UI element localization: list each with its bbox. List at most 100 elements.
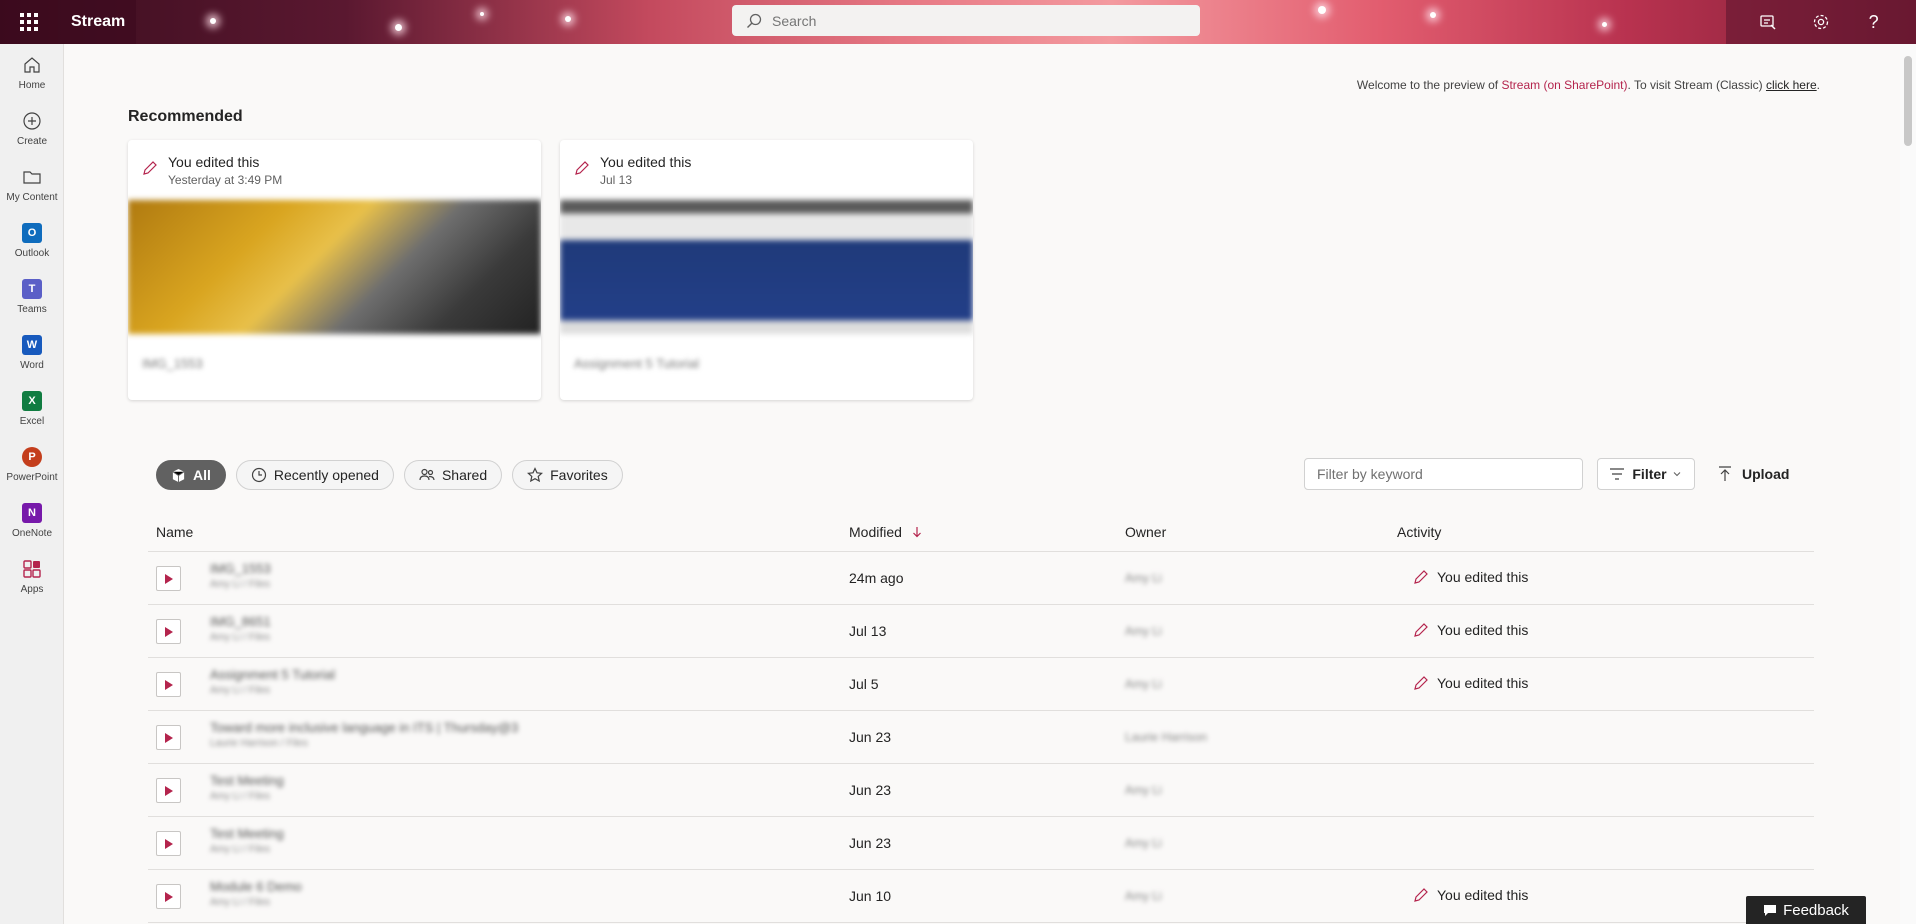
pencil-icon	[1414, 676, 1428, 690]
upload-arrow-icon	[1719, 466, 1731, 481]
card-file-name[interactable]: IMG_1553	[128, 334, 541, 393]
search-input[interactable]	[772, 12, 1172, 29]
settings-button[interactable]	[1807, 8, 1835, 36]
rail-item-excel[interactable]: X Excel	[0, 380, 64, 436]
onenote-icon: N	[22, 503, 42, 523]
file-name[interactable]: Test Meeting	[210, 773, 284, 788]
help-button[interactable]: ?	[1860, 8, 1888, 36]
app-launcher-button[interactable]	[0, 0, 58, 44]
welcome-text: . To visit Stream (Classic)	[1627, 78, 1766, 92]
rail-item-outlook[interactable]: O Outlook	[0, 212, 64, 268]
pill-label: All	[193, 467, 211, 483]
banner-sparkle	[1430, 12, 1436, 18]
filter-keyword-input[interactable]	[1304, 458, 1583, 490]
file-name[interactable]: Test Meeting	[210, 826, 284, 841]
video-thumbnail[interactable]	[560, 200, 973, 334]
app-title[interactable]: Stream	[58, 0, 136, 44]
modified-date: Jul 5	[849, 676, 879, 692]
pill-label: Recently opened	[273, 467, 379, 483]
gear-icon	[1813, 14, 1829, 30]
search-box[interactable]	[732, 5, 1200, 36]
file-name[interactable]: Module 6 Demo	[210, 879, 302, 894]
recommended-card[interactable]: You edited this Jul 13 Assignment 5 Tuto…	[560, 140, 973, 400]
rail-item-create[interactable]: Create	[0, 100, 64, 156]
video-file-icon	[156, 831, 181, 856]
file-location: Amy Li / Files	[210, 791, 271, 802]
pill-all[interactable]: All	[156, 460, 226, 490]
pencil-icon	[1414, 623, 1428, 637]
powerpoint-icon: P	[22, 447, 42, 467]
whats-new-button[interactable]	[1754, 8, 1782, 36]
search-icon	[747, 13, 762, 28]
file-name[interactable]: Assignment 5 Tutorial	[210, 667, 335, 682]
pill-recently-opened[interactable]: Recently opened	[235, 460, 394, 490]
filter-button[interactable]: Filter	[1597, 458, 1695, 490]
banner-sparkle	[480, 12, 484, 16]
video-file-icon	[156, 778, 181, 803]
card-activity: You edited this	[168, 154, 260, 170]
left-rail: Home Create My Content O Outlook T Teams…	[0, 44, 64, 924]
column-name[interactable]: Name	[156, 524, 193, 540]
file-name[interactable]: Toward more inclusive language in ITS | …	[210, 720, 518, 735]
column-owner[interactable]: Owner	[1125, 524, 1166, 540]
scrollbar-thumb[interactable]	[1904, 56, 1912, 146]
word-icon: W	[22, 335, 42, 355]
owner-name: Amy Li	[1125, 889, 1162, 903]
upload-button[interactable]: Upload	[1718, 458, 1789, 490]
megaphone-edit-icon	[1760, 15, 1776, 30]
owner-name: Laurie Harrison	[1125, 730, 1208, 744]
table-row[interactable]: IMG_8651 Amy Li / Files Jul 13 Amy Li Yo…	[148, 605, 1814, 658]
card-file-name[interactable]: Assignment 5 Tutorial	[560, 334, 973, 393]
owner-name: Amy Li	[1125, 571, 1162, 585]
table-row[interactable]: Toward more inclusive language in ITS | …	[148, 711, 1814, 764]
modified-date: Jun 23	[849, 782, 892, 798]
file-name[interactable]: IMG_1553	[210, 561, 271, 576]
modified-date: Jun 23	[849, 729, 892, 745]
help-icon: ?	[1868, 11, 1879, 32]
content-filter-pills: All Recently opened Shared Favorites	[156, 460, 623, 490]
rail-item-teams[interactable]: T Teams	[0, 268, 64, 324]
table-header: Name Modified Owner Activity	[148, 512, 1814, 552]
stream-sharepoint-link[interactable]: Stream (on SharePoint)	[1501, 78, 1627, 92]
pill-shared[interactable]: Shared	[403, 460, 503, 490]
rail-item-home[interactable]: Home	[0, 44, 64, 100]
column-modified[interactable]: Modified	[849, 524, 922, 540]
recommended-card[interactable]: You edited this Yesterday at 3:49 PM IMG…	[128, 140, 541, 400]
rail-item-powerpoint[interactable]: P PowerPoint	[0, 436, 64, 492]
apps-icon	[23, 560, 41, 578]
rail-label: Outlook	[14, 248, 50, 259]
video-file-icon	[156, 884, 181, 909]
table-row[interactable]: IMG_1553 Amy Li / Files 24m ago Amy Li Y…	[148, 552, 1814, 605]
filter-lines-icon	[1610, 468, 1625, 480]
file-name[interactable]: IMG_8651	[210, 614, 271, 629]
table-row[interactable]: Test Meeting Amy Li / Files Jun 23 Amy L…	[148, 817, 1814, 870]
table-row[interactable]: Assignment 5 Tutorial Amy Li / Files Jul…	[148, 658, 1814, 711]
pill-favorites[interactable]: Favorites	[512, 460, 623, 490]
owner-name: Amy Li	[1125, 624, 1162, 638]
card-activity: You edited this	[600, 154, 692, 170]
rail-item-onenote[interactable]: N OneNote	[0, 492, 64, 548]
rail-label: Apps	[20, 584, 44, 595]
rail-item-apps[interactable]: Apps	[0, 548, 64, 604]
file-location: Amy Li / Files	[210, 632, 271, 643]
rail-item-my-content[interactable]: My Content	[0, 156, 64, 212]
activity-text: You edited this	[1437, 569, 1529, 585]
column-activity[interactable]: Activity	[1397, 524, 1441, 540]
pill-label: Favorites	[550, 467, 608, 483]
page-scrollbar[interactable]	[1900, 44, 1916, 924]
rail-label: Create	[16, 136, 47, 147]
modified-date: Jun 23	[849, 835, 892, 851]
classic-click-here-link[interactable]: click here	[1766, 78, 1817, 92]
rail-label: Teams	[17, 304, 47, 315]
welcome-text: .	[1816, 78, 1820, 92]
activity-cell: You edited this	[1413, 622, 1528, 638]
banner-sparkle	[1318, 6, 1326, 14]
table-row[interactable]: Module 6 Demo Amy Li / Files Jun 10 Amy …	[148, 870, 1814, 923]
play-icon	[164, 838, 173, 849]
video-thumbnail[interactable]	[128, 200, 541, 334]
banner-sparkle	[210, 18, 216, 24]
rail-label: OneNote	[11, 528, 53, 539]
rail-item-word[interactable]: W Word	[0, 324, 64, 380]
table-row[interactable]: Test Meeting Amy Li / Files Jun 23 Amy L…	[148, 764, 1814, 817]
feedback-button[interactable]: Feedback	[1746, 896, 1866, 924]
